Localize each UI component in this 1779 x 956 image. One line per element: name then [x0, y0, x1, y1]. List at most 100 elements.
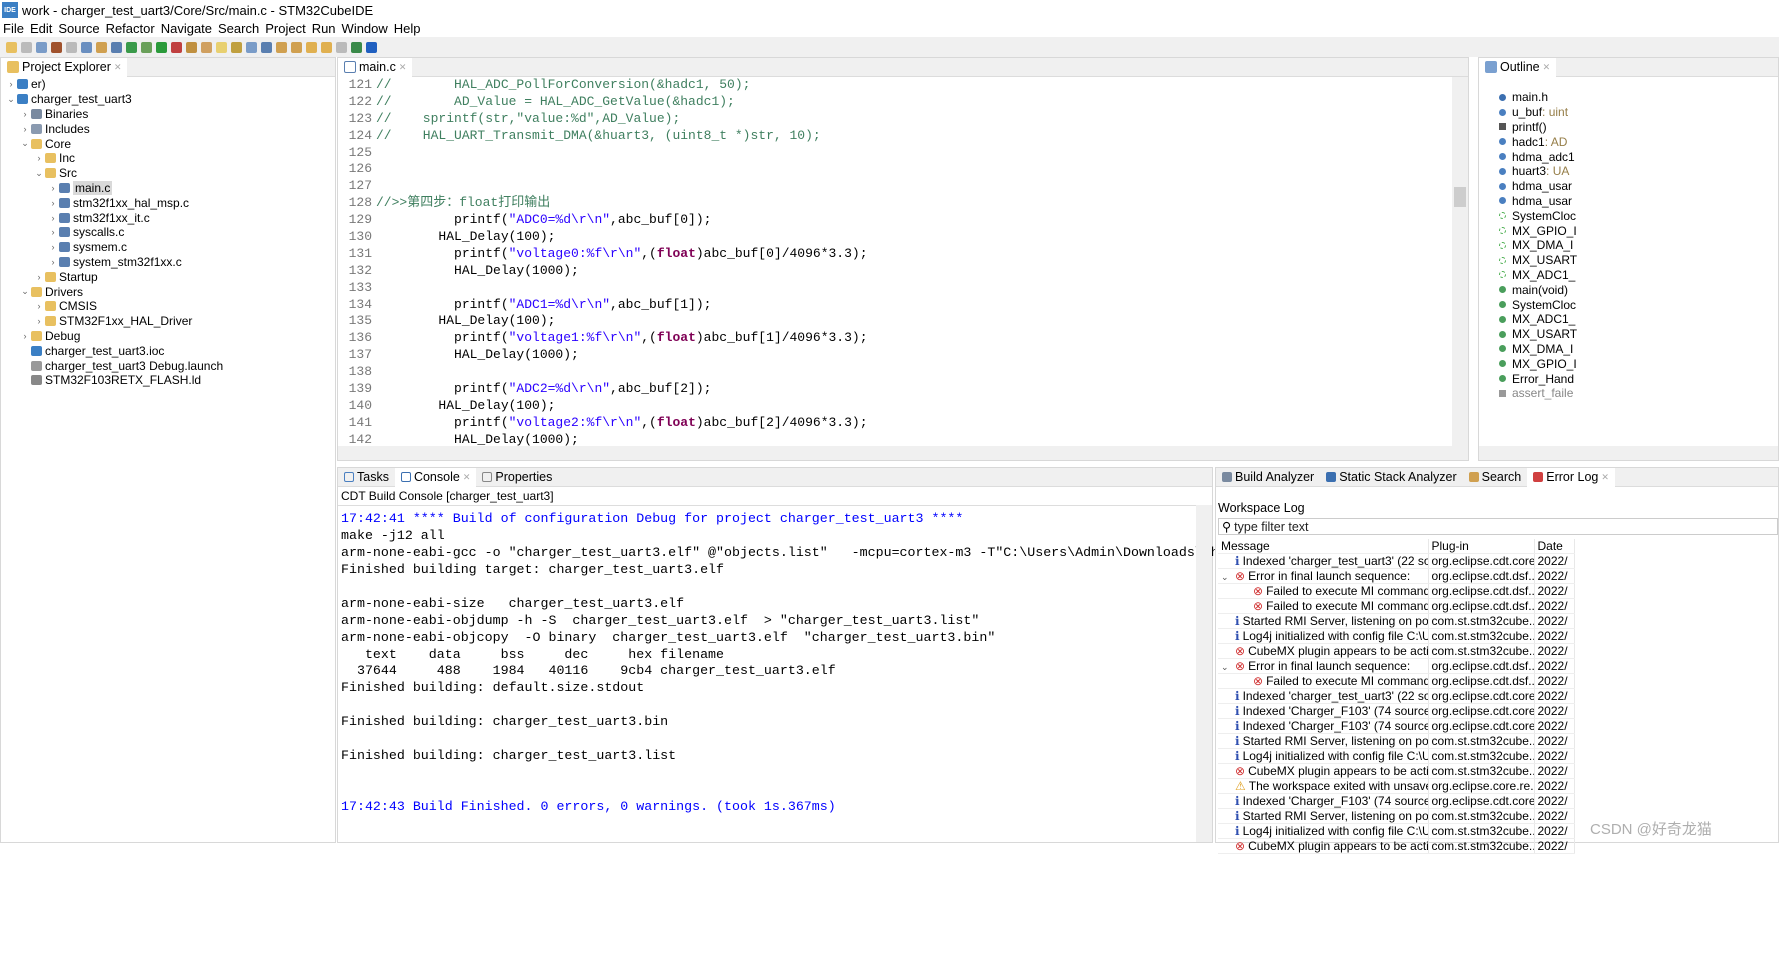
filter-input[interactable]: ⚲ type filter text: [1218, 518, 1778, 535]
menu-project[interactable]: Project: [262, 21, 308, 36]
console-output[interactable]: 17:42:41 **** Build of configuration Deb…: [341, 511, 1227, 816]
toolbar-button-icon[interactable]: [111, 41, 122, 53]
close-icon[interactable]: ✕: [114, 62, 122, 73]
outline-item[interactable]: main(void): [1479, 282, 1778, 297]
outline-item[interactable]: printf(): [1479, 120, 1778, 135]
tree-item-main-c[interactable]: › main.c: [1, 180, 335, 196]
outline-item[interactable]: Error_Hand: [1479, 371, 1778, 386]
chevron-right-icon[interactable]: ›: [19, 109, 31, 119]
menu-navigate[interactable]: Navigate: [158, 21, 215, 36]
chevron-down-icon[interactable]: ⌄: [5, 94, 17, 105]
menu-refactor[interactable]: Refactor: [103, 21, 158, 36]
chevron-down-icon[interactable]: ⌄: [19, 286, 31, 297]
menu-source[interactable]: Source: [55, 21, 102, 36]
table-row[interactable]: ⊗ CubeMX plugin appears to be active com.s…: [1218, 763, 1575, 780]
menu-search[interactable]: Search: [215, 21, 262, 36]
toolbar-button-icon[interactable]: [261, 41, 272, 53]
outline-item[interactable]: hdma_usar: [1479, 179, 1778, 194]
tree-item-sysmem-c[interactable]: › sysmem.c: [1, 240, 335, 255]
column-header-date[interactable]: Date: [1534, 539, 1575, 555]
tab-static-stack-analyzer[interactable]: Static Stack Analyzer: [1320, 468, 1462, 487]
table-row[interactable]: ℹ Indexed 'Charger_F103' (74 sources, org.…: [1218, 793, 1575, 810]
horizontal-scrollbar[interactable]: [338, 446, 1468, 460]
outline-item[interactable]: hdma_adc1: [1479, 149, 1778, 164]
tab-error-log[interactable]: Error Log ✕: [1527, 467, 1615, 487]
tree-item-charger-test-uart3-debug-launch[interactable]: charger_test_uart3 Debug.launch: [1, 358, 335, 373]
menu-window[interactable]: Window: [339, 21, 391, 36]
close-icon[interactable]: ✕: [1543, 62, 1551, 73]
tree-item-stm32f1xx-hal-msp-c[interactable]: › stm32f1xx_hal_msp.c: [1, 195, 335, 210]
toolbar-button-icon[interactable]: [6, 41, 17, 53]
toolbar-button-icon[interactable]: [36, 41, 47, 53]
outline-item[interactable]: MX_ADC1_: [1479, 268, 1778, 283]
chevron-down-icon[interactable]: ⌄: [19, 138, 31, 149]
table-row[interactable]: ⌄ ⊗ Error in final launch sequence: org.ecl…: [1218, 658, 1575, 675]
vertical-scrollbar[interactable]: [1452, 77, 1468, 446]
menu-run[interactable]: Run: [309, 21, 339, 36]
outline-item[interactable]: MX_USART: [1479, 327, 1778, 342]
tab-tasks[interactable]: Tasks: [338, 468, 395, 487]
close-icon[interactable]: ✕: [463, 472, 471, 483]
chevron-right-icon[interactable]: ›: [19, 124, 31, 134]
chevron-right-icon[interactable]: ›: [33, 301, 45, 311]
menu-edit[interactable]: Edit: [27, 21, 55, 36]
outline-item[interactable]: SystemCloc: [1479, 297, 1778, 312]
toolbar-button-icon[interactable]: [246, 41, 257, 53]
table-row[interactable]: ⚠ The workspace exited with unsaved org.ec…: [1218, 778, 1575, 795]
tree-item-cmsis[interactable]: › CMSIS: [1, 299, 335, 314]
chevron-right-icon[interactable]: ›: [47, 198, 59, 208]
toolbar-button-icon[interactable]: [51, 41, 62, 53]
scrollbar-thumb[interactable]: [1454, 187, 1466, 207]
table-row[interactable]: ⊗ Failed to execute MI command: org.eclips…: [1218, 598, 1575, 615]
outline-item[interactable]: huart3 : UA: [1479, 164, 1778, 179]
tree-item-system-stm32f1xx-c[interactable]: › system_stm32f1xx.c: [1, 255, 335, 270]
tree-item-startup[interactable]: › Startup: [1, 269, 335, 284]
tree-item-drivers[interactable]: ⌄ Drivers: [1, 284, 335, 299]
tree-item-inc[interactable]: › Inc: [1, 151, 335, 166]
table-row[interactable]: ℹ Started RMI Server, listening on port co…: [1218, 808, 1575, 825]
table-row[interactable]: ℹ Indexed 'Charger_F103' (74 sources, org.…: [1218, 718, 1575, 735]
toolbar-button-icon[interactable]: [141, 41, 152, 53]
column-header-message[interactable]: Message: [1218, 539, 1429, 555]
toolbar-button-icon[interactable]: [276, 41, 287, 53]
tree-item-er-[interactable]: › er): [1, 77, 335, 92]
toolbar-button-icon[interactable]: [96, 41, 107, 53]
outline-item[interactable]: MX_DMA_I: [1479, 238, 1778, 253]
tab-properties[interactable]: Properties: [476, 468, 558, 487]
outline-item[interactable]: u_buf : uint: [1479, 105, 1778, 120]
toolbar-button-icon[interactable]: [351, 41, 362, 53]
outline-item[interactable]: hadc1 : AD: [1479, 134, 1778, 149]
column-header-plug-in[interactable]: Plug-in: [1428, 539, 1535, 555]
code-area[interactable]: 121 // HAL_ADC_PollForConversion(&hadc1, …: [338, 77, 1450, 449]
menu-help[interactable]: Help: [391, 21, 424, 36]
outline-item[interactable]: SystemCloc: [1479, 208, 1778, 223]
outline-item[interactable]: MX_USART: [1479, 253, 1778, 268]
table-row[interactable]: ⊗ CubeMX plugin appears to be active com.s…: [1218, 838, 1575, 855]
tab-console[interactable]: Console ✕: [394, 467, 477, 487]
toolbar-button-icon[interactable]: [366, 41, 377, 53]
toolbar-button-icon[interactable]: [81, 41, 92, 53]
table-row[interactable]: ⌄ ⊗ Error in final launch sequence: org.ecl…: [1218, 568, 1575, 585]
toolbar-button-icon[interactable]: [66, 41, 77, 53]
toolbar-button-icon[interactable]: [156, 41, 167, 53]
outline-item[interactable]: MX_DMA_I: [1479, 342, 1778, 357]
outline-item[interactable]: MX_GPIO_I: [1479, 223, 1778, 238]
close-icon[interactable]: ✕: [1601, 472, 1609, 483]
vertical-scrollbar[interactable]: [1196, 505, 1212, 842]
toolbar-button-icon[interactable]: [321, 41, 332, 53]
chevron-right-icon[interactable]: ›: [47, 257, 59, 267]
tab-project-explorer[interactable]: Project Explorer ✕: [1, 57, 128, 77]
tree-item-stm32f1xx-it-c[interactable]: › stm32f1xx_it.c: [1, 210, 335, 225]
outline-item[interactable]: assert_faile: [1479, 386, 1778, 401]
tree-item-includes[interactable]: › Includes: [1, 121, 335, 136]
tab-outline[interactable]: Outline ✕: [1479, 57, 1557, 77]
toolbar-button-icon[interactable]: [186, 41, 197, 53]
tree-item-syscalls-c[interactable]: › syscalls.c: [1, 225, 335, 240]
chevron-right-icon[interactable]: ›: [47, 242, 59, 252]
chevron-right-icon[interactable]: ›: [33, 153, 45, 163]
tree-item-charger-test-uart3-ioc[interactable]: charger_test_uart3.ioc: [1, 343, 335, 358]
code-editor[interactable]: main.c ✕ 121 // HAL_ADC_PollForConversion(…: [337, 57, 1469, 461]
toolbar-button-icon[interactable]: [306, 41, 317, 53]
tree-item-src[interactable]: ⌄ Src: [1, 166, 335, 181]
tab-main-c[interactable]: main.c ✕: [338, 57, 413, 77]
